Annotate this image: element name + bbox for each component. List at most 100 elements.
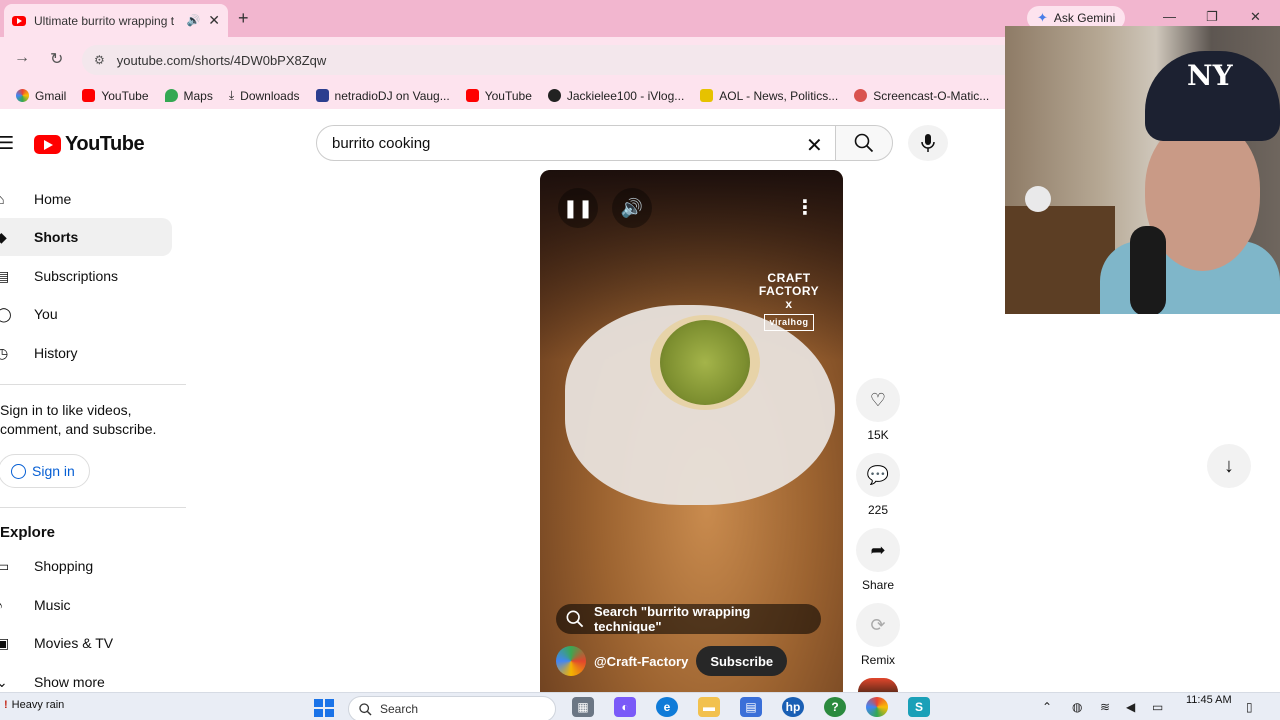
channel-avatar[interactable] <box>556 646 586 676</box>
remix-label: Remix <box>860 653 895 667</box>
search-icon <box>359 702 372 716</box>
sidebar: ⌂ Home ◆ Shorts ▤ Subscriptions ◯ You ◷ Histo… <box>0 169 186 692</box>
related-search-chip[interactable]: Search "burrito wrapping technique" <box>556 604 821 634</box>
clear-search-icon[interactable]: ✕ <box>806 133 823 158</box>
taskbar-clock[interactable]: 11:45 AM <box>1186 694 1232 707</box>
ny-logo-icon: NY <box>1187 59 1233 92</box>
sidebar-item-subscriptions[interactable]: ▤ Subscriptions <box>0 257 172 295</box>
bookmark-jackielee100[interactable]: Jackielee100 - iVlog... <box>540 89 692 103</box>
file-explorer-icon[interactable]: ▬ <box>698 697 720 717</box>
webcam-microphone <box>1130 226 1166 314</box>
store-icon[interactable]: ▤ <box>740 697 762 717</box>
volume-icon: 🔊 <box>620 197 644 218</box>
browser-tab-active[interactable]: Ultimate burrito wrapping t 🔊 ✕ <box>4 4 228 37</box>
subscribe-button[interactable]: Subscribe <box>696 646 788 676</box>
sidebar-item-shopping[interactable]: ▭ Shopping <box>0 547 172 585</box>
sidebar-item-history[interactable]: ◷ History <box>0 334 172 372</box>
weather-alert-icon: ! <box>4 699 8 711</box>
bookmark-netradiodj[interactable]: netradioDJ on Vaug... <box>308 89 458 103</box>
edge-icon[interactable]: e <box>656 697 678 717</box>
windows-start-icon[interactable] <box>314 699 334 717</box>
notification-icon[interactable]: ▯ <box>1246 700 1253 714</box>
sound-avatar-peek[interactable] <box>858 678 898 692</box>
comment-icon: 💬 <box>866 464 890 485</box>
hamburger-menu-icon[interactable]: ☰ <box>0 133 14 154</box>
shorts-icon: ◆ <box>0 228 7 245</box>
sign-in-button[interactable]: Sign in <box>0 454 90 488</box>
pause-button[interactable]: ❚❚ <box>558 188 598 228</box>
youtube-play-icon <box>34 135 61 154</box>
weather-widget[interactable]: ! Heavy rain <box>4 699 64 711</box>
sidebar-divider <box>0 507 186 508</box>
channel-name[interactable]: @Craft-Factory <box>594 654 688 669</box>
comment-action: 💬 225 <box>856 453 900 517</box>
download-icon: ⤓ <box>228 88 235 102</box>
share-button[interactable]: ➦ <box>856 528 900 572</box>
taskbar-search[interactable]: Search <box>348 696 556 720</box>
like-count: 15K <box>867 428 889 442</box>
minimize-icon[interactable]: — <box>1163 9 1176 24</box>
search-input[interactable]: burrito cooking <box>316 125 836 161</box>
youtube-icon <box>465 89 479 102</box>
bookmark-aol[interactable]: AOL - News, Politics... <box>692 89 846 103</box>
reload-icon[interactable]: ↻ <box>50 49 63 69</box>
network-globe-icon[interactable]: ◍ <box>1072 700 1082 714</box>
bookmark-maps[interactable]: Maps <box>157 89 221 103</box>
battery-icon[interactable]: ▭ <box>1152 700 1163 714</box>
forward-arrow-icon[interactable]: → <box>14 49 30 67</box>
screencast-app-icon[interactable]: S <box>908 697 930 717</box>
ivlog-icon <box>547 89 561 102</box>
bookmark-gmail[interactable]: Gmail <box>8 89 74 103</box>
window-close-icon[interactable]: ✕ <box>1250 9 1261 25</box>
remix-button[interactable]: ⟳ <box>856 603 900 647</box>
comments-button[interactable]: 💬 <box>856 453 900 497</box>
bookmark-youtube[interactable]: YouTube <box>74 89 156 103</box>
comment-count: 225 <box>867 503 889 517</box>
gemini-label: Ask Gemini <box>1053 11 1116 25</box>
next-short-button[interactable]: ↓ <box>1207 444 1251 488</box>
voice-search-button[interactable] <box>908 125 948 161</box>
site-info-icon[interactable]: ⚙ <box>94 53 105 67</box>
like-action: ♡ 15K <box>856 378 900 442</box>
restore-icon[interactable]: ❐ <box>1206 9 1218 25</box>
sidebar-item-you[interactable]: ◯ You <box>0 295 172 333</box>
chrome-icon[interactable] <box>866 697 888 717</box>
sidebar-item-home[interactable]: ⌂ Home <box>0 180 172 218</box>
wifi-icon[interactable]: ≋ <box>1100 700 1110 714</box>
help-icon[interactable]: ? <box>824 697 846 717</box>
channel-info: @Craft-Factory Subscribe <box>556 646 788 676</box>
history-icon: ◷ <box>0 344 9 361</box>
hp-icon[interactable]: hp <box>782 697 804 717</box>
shorts-video-player[interactable]: ❚❚ 🔊 ⋮ CRAFT FACTORY x viralhog Search "… <box>540 170 843 692</box>
volume-tray-icon[interactable]: ◀ <box>1126 700 1135 714</box>
new-tab-icon[interactable]: + <box>238 8 249 29</box>
task-view-icon[interactable]: ▦ <box>572 697 594 717</box>
music-note-icon: ♪ <box>0 597 3 613</box>
close-tab-icon[interactable]: ✕ <box>208 12 220 29</box>
youtube-logo[interactable]: YouTube <box>34 133 145 156</box>
map-pin-icon <box>164 89 178 102</box>
you-icon: ◯ <box>0 305 12 322</box>
share-label: Share <box>861 578 895 592</box>
sidebar-item-movies[interactable]: ▣ Movies & TV <box>0 624 172 662</box>
volume-button[interactable]: 🔊 <box>612 188 652 228</box>
video-watermark: CRAFT FACTORY x viralhog <box>758 272 820 331</box>
youtube-favicon-icon <box>12 15 26 26</box>
sidebar-item-shorts[interactable]: ◆ Shorts <box>0 218 172 256</box>
speaker-icon[interactable]: 🔊 <box>187 14 201 27</box>
tab-title: Ultimate burrito wrapping t <box>34 13 175 28</box>
bookmark-downloads[interactable]: ⤓ Downloads <box>221 88 308 103</box>
copilot-icon[interactable]: ◐ <box>614 697 636 717</box>
bookmark-screencast[interactable]: Screencast-O-Matic... <box>846 89 997 103</box>
tray-chevron-up-icon[interactable]: ⌃ <box>1042 700 1052 714</box>
like-button[interactable]: ♡ <box>856 378 900 422</box>
search-button[interactable] <box>835 125 893 161</box>
search-query-text: burrito cooking <box>332 134 431 152</box>
subscriptions-icon: ▤ <box>0 267 10 284</box>
sidebar-item-music[interactable]: ♪Music <box>0 586 172 624</box>
more-options-icon[interactable]: ⋮ <box>795 195 815 220</box>
search-icon <box>566 610 584 628</box>
home-icon: ⌂ <box>0 191 5 207</box>
heart-icon: ♡ <box>869 389 887 410</box>
bookmark-youtube-2[interactable]: YouTube <box>458 89 540 103</box>
